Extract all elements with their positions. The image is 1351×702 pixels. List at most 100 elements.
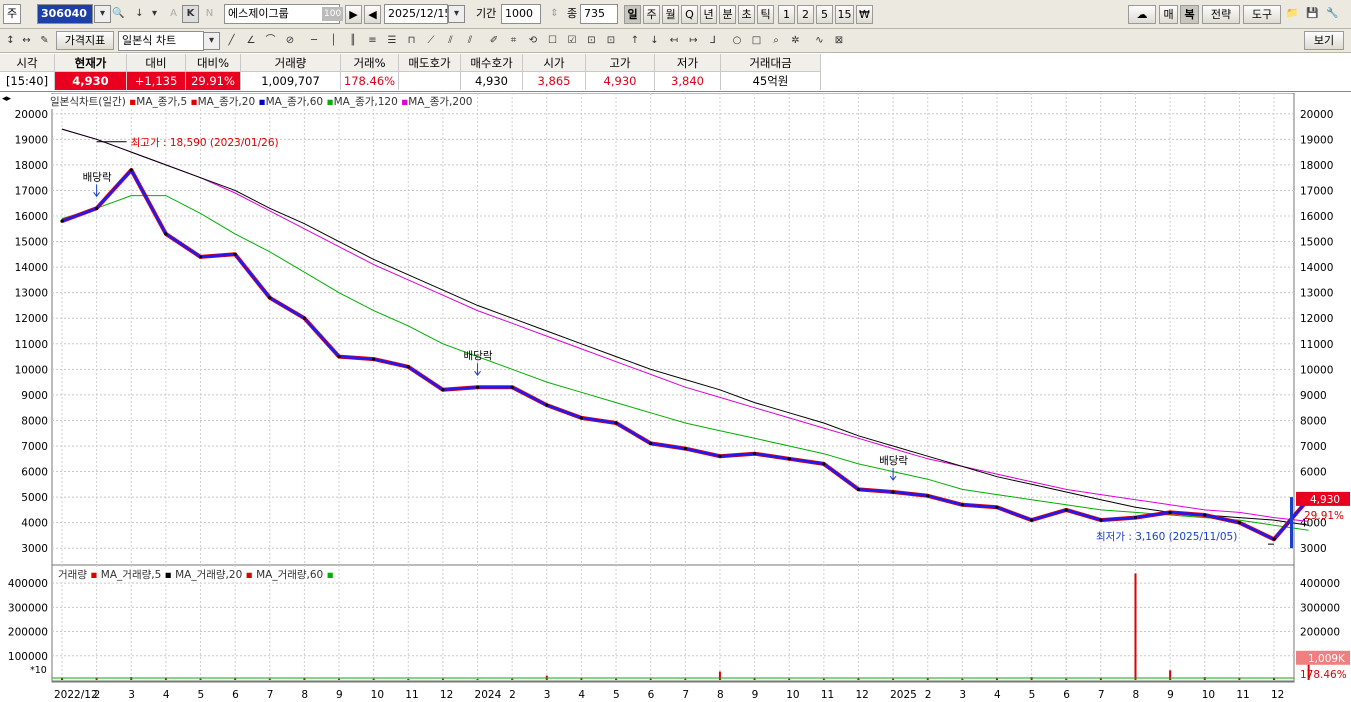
rotate-tool-icon[interactable]: ⟲: [525, 32, 542, 50]
tf-15-button[interactable]: 15: [835, 5, 854, 24]
tf-minute-button[interactable]: 분: [719, 5, 736, 24]
volume-bar: [580, 678, 583, 680]
tf-quarter-button[interactable]: Q: [681, 5, 698, 24]
tools-menu-button[interactable]: 도구: [1243, 5, 1281, 24]
price-panel-frame: [51, 92, 1295, 566]
tf-2-button[interactable]: 2: [797, 5, 814, 24]
x-tick-label: 2: [94, 689, 101, 701]
save-icon[interactable]: 💾: [1304, 5, 1321, 23]
angle-tool-icon[interactable]: ∠: [243, 32, 260, 50]
tf-year-button[interactable]: 년: [700, 5, 717, 24]
trend-tool-icon[interactable]: ⟋: [423, 32, 440, 50]
x-tick-label: 6: [1063, 689, 1070, 701]
chart-area[interactable]: 3000300040004000500050006000600070007000…: [0, 92, 1351, 702]
down-arrow-tool-icon[interactable]: ↓: [646, 32, 663, 50]
tf-month-button[interactable]: 월: [662, 5, 679, 24]
tf-tick-button[interactable]: 틱: [757, 5, 774, 24]
x-tick-label: 11: [1236, 689, 1249, 701]
tf-week-button[interactable]: 주: [643, 5, 660, 24]
quote-price: 4,930: [55, 72, 127, 90]
volume-legend: 거래량 ▪ MA_거래량,5 ▪ MA_거래량,20 ▪ MA_거래량,60 ▪: [58, 567, 334, 582]
hline-tool-icon[interactable]: ─: [306, 32, 323, 50]
volume-tick-label-left: 200000: [8, 627, 48, 639]
date-input[interactable]: 2025/12/15: [384, 4, 448, 24]
price-badge-pct: 29.91%: [1304, 510, 1344, 522]
volume-legend-swatch: ▪: [242, 569, 253, 581]
wrench-icon[interactable]: 🔧: [1324, 5, 1341, 23]
chart-type-dropdown-icon[interactable]: ▾: [203, 32, 220, 50]
tf-custom-icon[interactable]: ₩: [856, 5, 873, 24]
letter-n-icon[interactable]: N: [201, 5, 218, 23]
code-dropdown-icon[interactable]: ▾: [94, 5, 111, 23]
clear-tool-icon[interactable]: ⊠: [831, 32, 848, 50]
price-tick-label-right: 12000: [1300, 313, 1333, 325]
rect-tool-icon[interactable]: □: [748, 32, 765, 50]
prev-button[interactable]: ◀: [364, 5, 381, 24]
last-candle-marker: [1290, 497, 1293, 549]
arc-tool-icon[interactable]: ⌒: [262, 32, 279, 50]
volume-bar: [164, 678, 167, 680]
price-volume-chart[interactable]: 3000300040004000500050006000600070007000…: [0, 92, 1351, 702]
line-tool-icon[interactable]: ╱: [223, 32, 240, 50]
gann-tool-icon[interactable]: ⊓: [403, 32, 420, 50]
search-icon[interactable]: 🔍: [110, 5, 127, 23]
duplicate-button[interactable]: 복: [1180, 5, 1199, 24]
quote-header-amount: 거래대금: [721, 54, 821, 72]
stock-code-input[interactable]: 306040: [37, 4, 93, 24]
folder-icon[interactable]: 📁: [1284, 5, 1301, 23]
price-tick-label-right: 16000: [1300, 211, 1333, 223]
tf-1-button[interactable]: 1: [778, 5, 795, 24]
parallel2-tool-icon[interactable]: ⫽: [462, 32, 479, 50]
x-tick-label: 7: [267, 689, 274, 701]
pencil-tool-icon[interactable]: ✐: [486, 32, 503, 50]
box-tool-icon[interactable]: ☐: [544, 32, 561, 50]
parallel-tool-icon[interactable]: ⫽: [442, 32, 459, 50]
right-arrow-tool-icon[interactable]: ↦: [685, 32, 702, 50]
left-arrow-tool-icon[interactable]: ↤: [666, 32, 683, 50]
circle-tool-icon[interactable]: ○: [729, 32, 746, 50]
scroll-arrows-icon[interactable]: ⇕: [546, 5, 563, 23]
vline-tool-icon[interactable]: │: [325, 32, 342, 50]
price-tick-label-right: 9000: [1300, 390, 1327, 402]
letter-a-icon[interactable]: A: [165, 5, 182, 23]
price-tick-label-left: 14000: [15, 262, 48, 274]
wave-tool-icon[interactable]: ∿: [811, 32, 828, 50]
fan-tool-icon[interactable]: ⊘: [282, 32, 299, 50]
check-tool-icon[interactable]: ☑: [564, 32, 581, 50]
horizontal-arrows-icon[interactable]: ↔: [18, 32, 35, 50]
x-tick-label: 5: [613, 689, 620, 701]
edit-box-tool-icon[interactable]: ⊡: [583, 32, 600, 50]
price-point: [268, 296, 272, 300]
cross-tool-icon[interactable]: ⌗: [505, 32, 522, 50]
period-input[interactable]: 1000: [501, 4, 541, 24]
grid-tool-icon[interactable]: ☰: [384, 32, 401, 50]
magic-tool-icon[interactable]: ✲: [787, 32, 804, 50]
tf-day-button[interactable]: 일: [624, 5, 641, 24]
cloud-icon[interactable]: ☁: [1128, 5, 1156, 24]
price-indicator-button[interactable]: 가격지표: [56, 31, 114, 50]
price-point: [718, 454, 722, 458]
tf-5-button[interactable]: 5: [816, 5, 833, 24]
view-button[interactable]: 보기: [1304, 31, 1344, 50]
letter-k-icon[interactable]: K: [182, 5, 199, 23]
date-dropdown-icon[interactable]: ▾: [448, 5, 465, 23]
chart-type-select[interactable]: 일본식 차트: [118, 31, 204, 51]
up-arrow-tool-icon[interactable]: ↑: [627, 32, 644, 50]
vertical-arrows-icon[interactable]: ↕: [2, 32, 19, 50]
count-input[interactable]: 735: [580, 4, 618, 24]
edit-icon[interactable]: ✎: [36, 32, 53, 50]
price-tick-label-left: 10000: [15, 364, 48, 376]
tf-second-button[interactable]: 초: [738, 5, 755, 24]
text-tool-icon[interactable]: ⅃: [705, 32, 722, 50]
pan-arrows-icon[interactable]: ◂▸: [2, 94, 11, 104]
sort-dropdown-icon[interactable]: ▾: [146, 5, 163, 23]
text-box-tool-icon[interactable]: ⊡: [603, 32, 620, 50]
fibo-tool-icon[interactable]: ≡: [364, 32, 381, 50]
price-point: [1099, 518, 1103, 522]
channel-tool-icon[interactable]: ║: [345, 32, 362, 50]
next-button[interactable]: ▶: [345, 5, 362, 24]
market-select[interactable]: 주: [3, 4, 21, 24]
strategy-menu-button[interactable]: 전략: [1202, 5, 1240, 24]
zoom-tool-icon[interactable]: ⌕: [768, 32, 785, 50]
buy-sell-button[interactable]: 매: [1159, 5, 1178, 24]
